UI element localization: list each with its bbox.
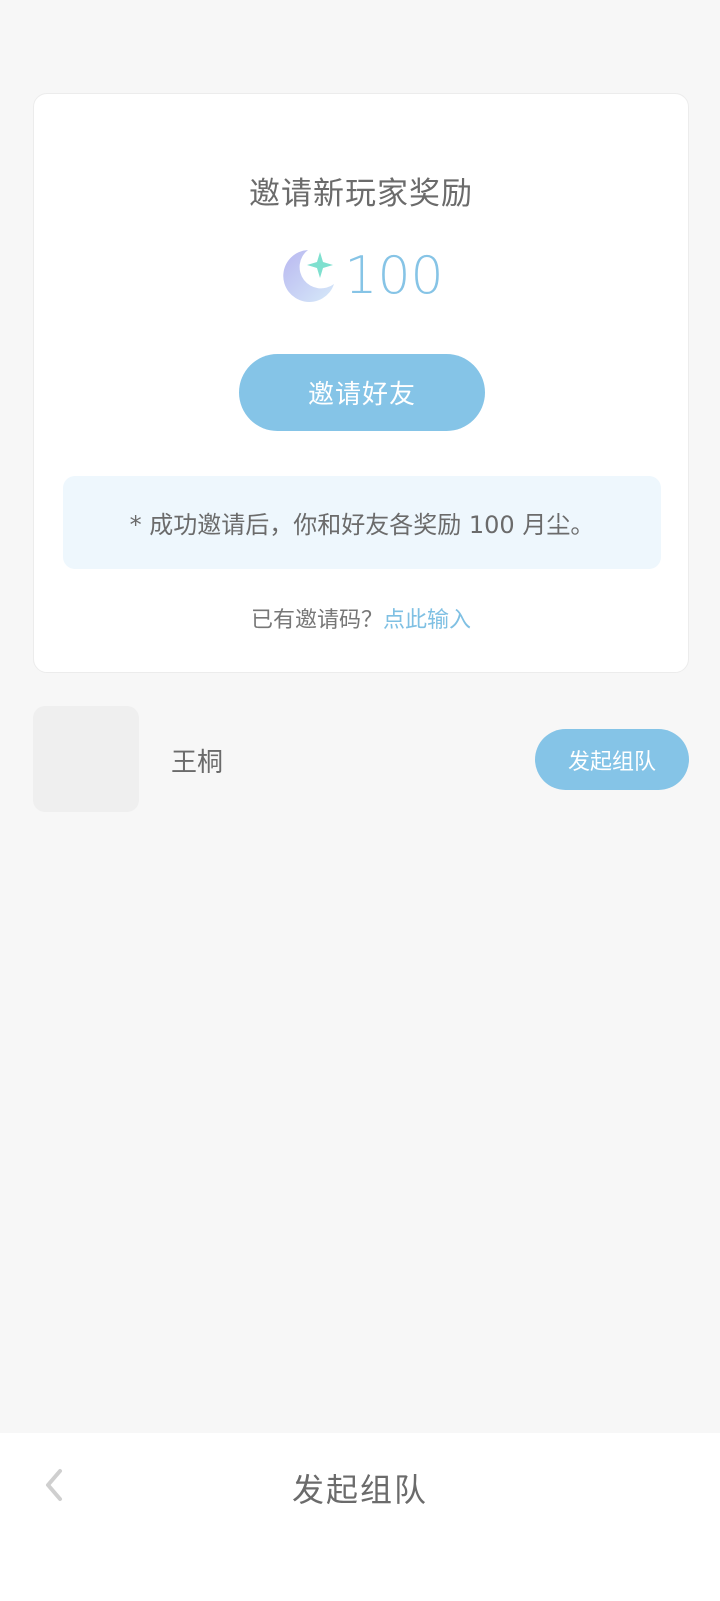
notice-text: * 成功邀请后，你和好友各奖励 100 月尘。 xyxy=(129,511,595,539)
enter-code-link[interactable]: 点此输入 xyxy=(383,608,471,633)
avatar xyxy=(33,706,139,812)
invite-reward-card: 邀请新玩家奖励 100 邀请好友 * 成功邀请后，你和好友各奖励 100 月尘。… xyxy=(33,93,689,673)
reward-notice: * 成功邀请后，你和好友各奖励 100 月尘。 xyxy=(63,476,661,569)
page-title: 发起组队 xyxy=(291,1471,428,1509)
start-team-button[interactable]: 发起组队 xyxy=(535,729,689,790)
invite-code-row: 已有邀请码？点此输入 xyxy=(34,602,688,634)
friend-list-item: 王桐 发起组队 xyxy=(33,706,689,814)
reward-amount: 100 xyxy=(344,246,444,306)
code-prompt: 已有邀请码？ xyxy=(250,608,383,633)
card-title: 邀请新玩家奖励 xyxy=(249,176,473,212)
reward-row: 100 xyxy=(34,244,688,308)
bottom-bar: 发起组队 xyxy=(0,1433,720,1601)
friend-name: 王桐 xyxy=(171,748,224,778)
moon-dust-icon xyxy=(283,250,335,302)
invite-friends-button[interactable]: 邀请好友 xyxy=(239,354,485,431)
